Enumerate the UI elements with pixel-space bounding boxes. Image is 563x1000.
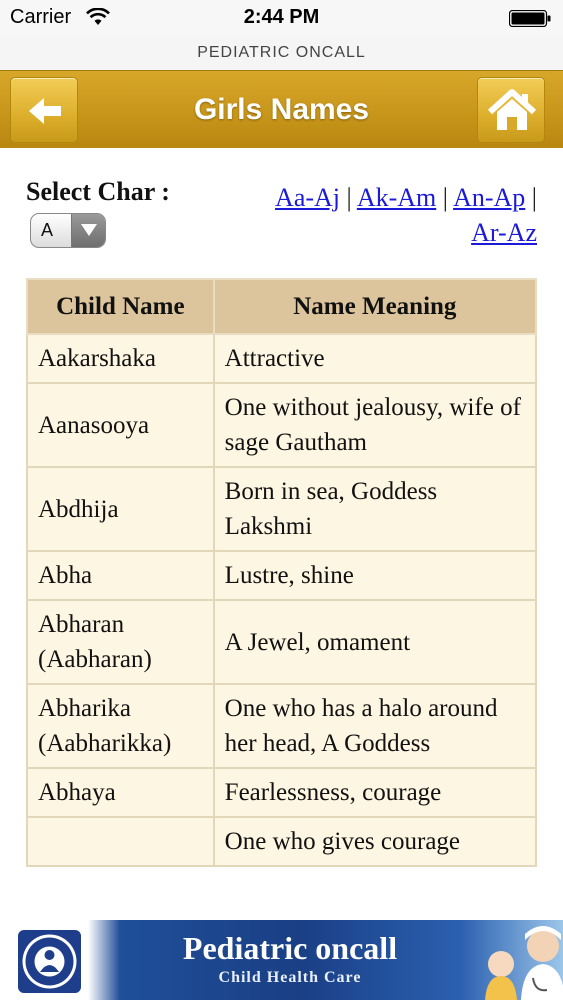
name-meaning-cell: Born in sea, Goddess Lakshmi	[212, 466, 537, 552]
name-meaning-cell: Fearlessness, courage	[212, 767, 537, 818]
child-name-cell: Abharan (Aabharan)	[26, 599, 215, 685]
pediatric-oncall-logo	[18, 930, 81, 993]
name-meaning-cell: One who has a halo around her head, A Go…	[212, 683, 537, 769]
home-icon	[487, 89, 537, 130]
char-select[interactable]: A	[30, 213, 106, 248]
battery-icon	[509, 10, 551, 27]
table-row: Abharan (Aabharan) A Jewel, omament	[26, 599, 537, 685]
table-row: Abha Lustre, shine	[26, 550, 537, 601]
range-link-an-ap[interactable]: An-Ap	[453, 183, 525, 212]
child-name-cell: Abharika (Aabharikka)	[26, 683, 215, 769]
status-bar: Carrier 2:44 PM	[0, 0, 563, 36]
banner-title: Pediatric oncall	[182, 930, 398, 966]
name-meaning-cell: Lustre, shine	[212, 550, 537, 601]
status-time: 2:44 PM	[243, 6, 320, 28]
column-header-name-meaning: Name Meaning	[212, 278, 537, 335]
table-row: Abdhija Born in sea, Goddess Lakshmi	[26, 466, 537, 552]
table-row: Aakarshaka Attractive	[26, 333, 537, 384]
range-separator: |	[442, 183, 448, 212]
names-table-container[interactable]: Child Name Name Meaning Aakarshaka Attra…	[26, 278, 537, 920]
chevron-down-icon	[81, 224, 97, 236]
table-row: Abharika (Aabharikka) One who has a halo…	[26, 683, 537, 769]
range-separator: |	[346, 183, 352, 212]
select-char-label: Select Char :	[26, 177, 170, 206]
name-meaning-cell: A Jewel, omament	[212, 599, 537, 685]
navigation-header: Girls Names	[0, 70, 563, 148]
app-title: PEDIATRIC ONCALL	[0, 36, 563, 70]
table-header-row: Child Name Name Meaning	[26, 278, 537, 335]
child-name-cell: Aakarshaka	[26, 333, 215, 384]
range-separator: |	[531, 183, 537, 212]
name-meaning-cell: One without jealousy, wife of sage Gauth…	[212, 382, 537, 468]
doctor-and-baby-illustration	[485, 926, 563, 1000]
range-link-ak-am[interactable]: Ak-Am	[357, 183, 436, 212]
banner-subtitle: Child Health Care	[218, 969, 362, 986]
child-health-seal-icon	[22, 934, 77, 989]
child-name-cell: Abha	[26, 550, 215, 601]
table-row: One who gives courage	[26, 816, 537, 867]
range-link-aa-aj[interactable]: Aa-Aj	[275, 183, 340, 212]
table-row: Abhaya Fearlessness, courage	[26, 767, 537, 818]
table-row: Aanasooya One without jealousy, wife of …	[26, 382, 537, 468]
names-table: Child Name Name Meaning Aakarshaka Attra…	[26, 278, 537, 867]
home-button[interactable]	[477, 77, 545, 143]
name-meaning-cell: One who gives courage	[212, 816, 537, 867]
range-links: Aa-Aj | Ak-Am | An-Ap | Ar-Az	[237, 180, 537, 250]
ad-banner[interactable]: Pediatric oncall Child Health Care	[0, 920, 563, 1000]
name-meaning-cell: Attractive	[212, 333, 537, 384]
child-name-cell: Abhaya	[26, 767, 215, 818]
column-header-child-name: Child Name	[26, 278, 215, 335]
dropdown-arrow[interactable]	[71, 214, 105, 247]
char-select-value: A	[41, 220, 54, 240]
child-name-cell: Aanasooya	[26, 382, 215, 468]
child-name-cell: Abdhija	[26, 466, 215, 552]
child-name-cell	[26, 816, 215, 867]
range-link-ar-az[interactable]: Ar-Az	[471, 218, 537, 247]
